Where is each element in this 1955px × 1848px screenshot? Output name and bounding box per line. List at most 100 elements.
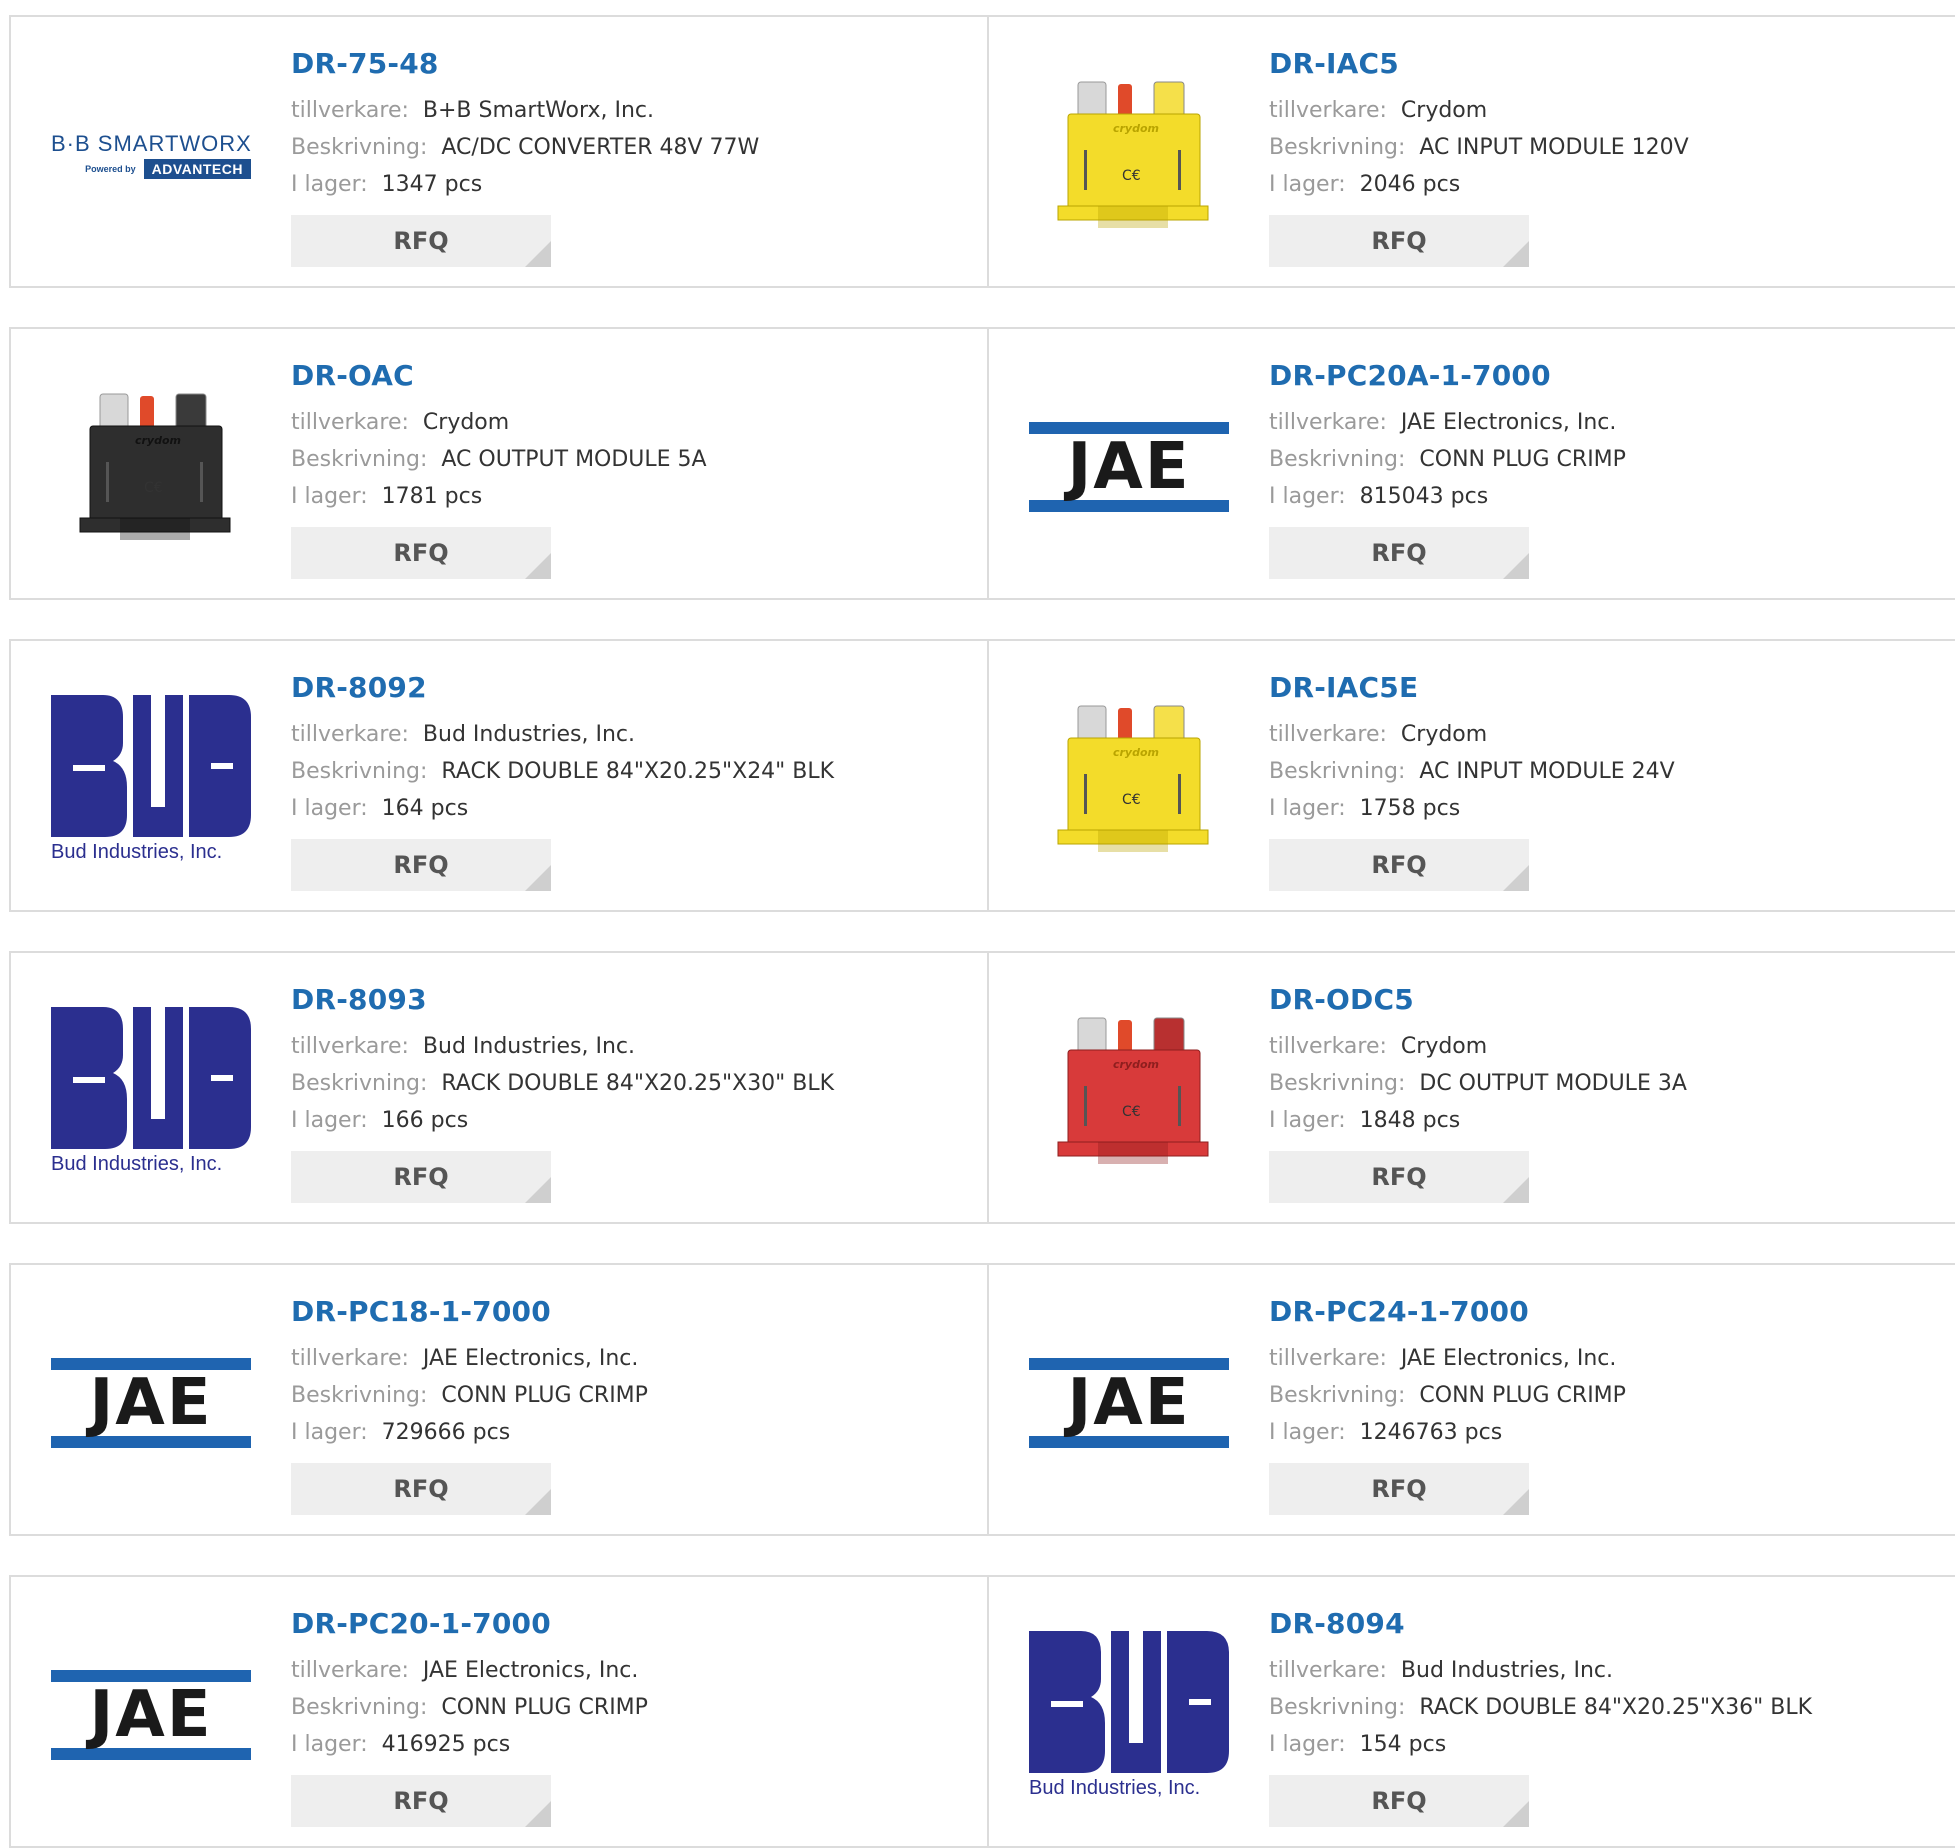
product-info: DR-OAC tillverkare: Crydom Beskrivning: AC… xyxy=(291,359,707,579)
rfq-button[interactable]: RFQ xyxy=(291,215,551,267)
product-card: crydom C€ DR-OAC tillverkare: Crydom Beskr… xyxy=(11,329,989,598)
jae-logo-text: JAE xyxy=(1067,430,1191,504)
manufacturer-label: tillverkare: xyxy=(1269,410,1387,435)
rfq-button[interactable]: RFQ xyxy=(1269,215,1529,267)
manufacturer-line: tillverkare: Bud Industries, Inc. xyxy=(291,1028,834,1065)
part-number-link[interactable]: DR-OAC xyxy=(291,359,707,392)
stock-value: 1246763 pcs xyxy=(1359,1420,1503,1445)
part-number-link[interactable]: DR-8093 xyxy=(291,983,834,1016)
manufacturer-label: tillverkare: xyxy=(1269,722,1387,747)
jae-logo-icon[interactable]: JAE xyxy=(1029,377,1229,557)
product-info: DR-PC24-1-7000 tillverkare: JAE Electroni… xyxy=(1269,1295,1626,1515)
rfq-button[interactable]: RFQ xyxy=(1269,527,1529,579)
crydom-module-image[interactable]: crydom C€ xyxy=(1029,65,1229,245)
jae-logo-text: JAE xyxy=(1067,1366,1191,1440)
jae-logo-icon[interactable]: JAE xyxy=(51,1625,251,1805)
product-info: DR-IAC5 tillverkare: Crydom Beskrivning: A… xyxy=(1269,47,1689,267)
bb-smartworx-logo-icon[interactable]: B·B SMARTWORX Powered by ADVANTECH xyxy=(51,65,251,245)
manufacturer-value: Bud Industries, Inc. xyxy=(1400,1658,1613,1683)
product-card: B·B SMARTWORX Powered by ADVANTECH DR-75-4… xyxy=(11,17,989,286)
stock-line: I lager: 1758 pcs xyxy=(1269,790,1675,827)
description-line: Beskrivning: CONN PLUG CRIMP xyxy=(291,1689,648,1726)
product-info: DR-IAC5E tillverkare: Crydom Beskrivning:… xyxy=(1269,671,1675,891)
description-label: Beskrivning: xyxy=(291,759,428,784)
description-label: Beskrivning: xyxy=(291,1695,428,1720)
rfq-button[interactable]: RFQ xyxy=(291,839,551,891)
jae-logo-icon[interactable]: JAE xyxy=(51,1313,251,1493)
corner-triangle-icon xyxy=(1503,865,1529,891)
part-number-link[interactable]: DR-8094 xyxy=(1269,1607,1812,1640)
manufacturer-value: Crydom xyxy=(1400,98,1488,123)
product-info: DR-75-48 tillverkare: B+B SmartWorx, Inc.… xyxy=(291,47,759,267)
stock-label: I lager: xyxy=(1269,1108,1346,1133)
part-number-link[interactable]: DR-75-48 xyxy=(291,47,759,80)
manufacturer-label: tillverkare: xyxy=(1269,1658,1387,1683)
crydom-module-image[interactable]: crydom C€ xyxy=(1029,689,1229,869)
product-row: JAE DR-PC20-1-7000 tillverkare: JAE Elect… xyxy=(9,1575,1955,1848)
description-line: Beskrivning: RACK DOUBLE 84"X20.25"X36" B… xyxy=(1269,1689,1812,1726)
stock-line: I lager: 164 pcs xyxy=(291,790,834,827)
stock-value: 154 pcs xyxy=(1359,1732,1447,1757)
part-number-link[interactable]: DR-PC24-1-7000 xyxy=(1269,1295,1626,1328)
manufacturer-value: B+B SmartWorx, Inc. xyxy=(422,98,654,123)
stock-line: I lager: 1347 pcs xyxy=(291,166,759,203)
svg-text:crydom: crydom xyxy=(1113,746,1159,759)
bud-industries-logo-icon[interactable]: Bud Industries, Inc. xyxy=(51,689,251,869)
manufacturer-label: tillverkare: xyxy=(1269,1034,1387,1059)
product-info: DR-PC20A-1-7000 tillverkare: JAE Electron… xyxy=(1269,359,1626,579)
description-value: CONN PLUG CRIMP xyxy=(441,1383,648,1408)
rfq-label: RFQ xyxy=(1371,539,1427,567)
description-value: RACK DOUBLE 84"X20.25"X36" BLK xyxy=(1419,1695,1813,1720)
stock-value: 1347 pcs xyxy=(381,172,483,197)
rfq-button[interactable]: RFQ xyxy=(1269,839,1529,891)
jae-logo-icon[interactable]: JAE xyxy=(1029,1313,1229,1493)
manufacturer-line: tillverkare: JAE Electronics, Inc. xyxy=(1269,1340,1626,1377)
description-line: Beskrivning: RACK DOUBLE 84"X20.25"X30" B… xyxy=(291,1065,834,1102)
stock-value: 1758 pcs xyxy=(1359,796,1461,821)
stock-line: I lager: 815043 pcs xyxy=(1269,478,1626,515)
manufacturer-line: tillverkare: JAE Electronics, Inc. xyxy=(1269,404,1626,441)
corner-triangle-icon xyxy=(1503,1177,1529,1203)
product-info: DR-8093 tillverkare: Bud Industries, Inc.… xyxy=(291,983,834,1203)
corner-triangle-icon xyxy=(525,1801,551,1827)
manufacturer-line: tillverkare: Bud Industries, Inc. xyxy=(291,716,834,753)
product-info: DR-8094 tillverkare: Bud Industries, Inc.… xyxy=(1269,1607,1812,1827)
crydom-module-image[interactable]: crydom C€ xyxy=(1029,1001,1229,1181)
product-card: Bud Industries, Inc. DR-8093 tillverkare… xyxy=(11,953,989,1222)
rfq-button[interactable]: RFQ xyxy=(291,1151,551,1203)
rfq-button[interactable]: RFQ xyxy=(1269,1151,1529,1203)
rfq-button[interactable]: RFQ xyxy=(291,1463,551,1515)
rfq-button[interactable]: RFQ xyxy=(291,1775,551,1827)
part-number-link[interactable]: DR-IAC5E xyxy=(1269,671,1675,704)
stock-value: 164 pcs xyxy=(381,796,469,821)
part-number-link[interactable]: DR-ODC5 xyxy=(1269,983,1687,1016)
manufacturer-label: tillverkare: xyxy=(291,1346,409,1371)
part-number-link[interactable]: DR-PC18-1-7000 xyxy=(291,1295,648,1328)
stock-label: I lager: xyxy=(1269,172,1346,197)
manufacturer-value: Crydom xyxy=(422,410,510,435)
part-number-link[interactable]: DR-IAC5 xyxy=(1269,47,1689,80)
stock-line: I lager: 1781 pcs xyxy=(291,478,707,515)
description-line: Beskrivning: AC INPUT MODULE 120V xyxy=(1269,129,1689,166)
stock-label: I lager: xyxy=(1269,1732,1346,1757)
bud-industries-logo-icon[interactable]: Bud Industries, Inc. xyxy=(51,1001,251,1181)
manufacturer-value: Crydom xyxy=(1400,722,1488,747)
rfq-label: RFQ xyxy=(1371,1787,1427,1815)
description-line: Beskrivning: AC INPUT MODULE 24V xyxy=(1269,753,1675,790)
description-value: CONN PLUG CRIMP xyxy=(441,1695,648,1720)
rfq-button[interactable]: RFQ xyxy=(291,527,551,579)
part-number-link[interactable]: DR-8092 xyxy=(291,671,834,704)
rfq-button[interactable]: RFQ xyxy=(1269,1775,1529,1827)
stock-line: I lager: 166 pcs xyxy=(291,1102,834,1139)
description-line: Beskrivning: DC OUTPUT MODULE 3A xyxy=(1269,1065,1687,1102)
bud-logo-text: Bud Industries, Inc. xyxy=(1029,1776,1201,1799)
description-line: Beskrivning: CONN PLUG CRIMP xyxy=(1269,1377,1626,1414)
part-number-link[interactable]: DR-PC20A-1-7000 xyxy=(1269,359,1626,392)
crydom-module-image[interactable]: crydom C€ xyxy=(51,377,251,557)
bb-logo-text: B·B SMARTWORX xyxy=(51,131,252,156)
rfq-label: RFQ xyxy=(1371,1163,1427,1191)
rfq-button[interactable]: RFQ xyxy=(1269,1463,1529,1515)
part-number-link[interactable]: DR-PC20-1-7000 xyxy=(291,1607,648,1640)
bud-industries-logo-icon[interactable]: Bud Industries, Inc. xyxy=(1029,1625,1229,1805)
description-value: CONN PLUG CRIMP xyxy=(1419,1383,1626,1408)
